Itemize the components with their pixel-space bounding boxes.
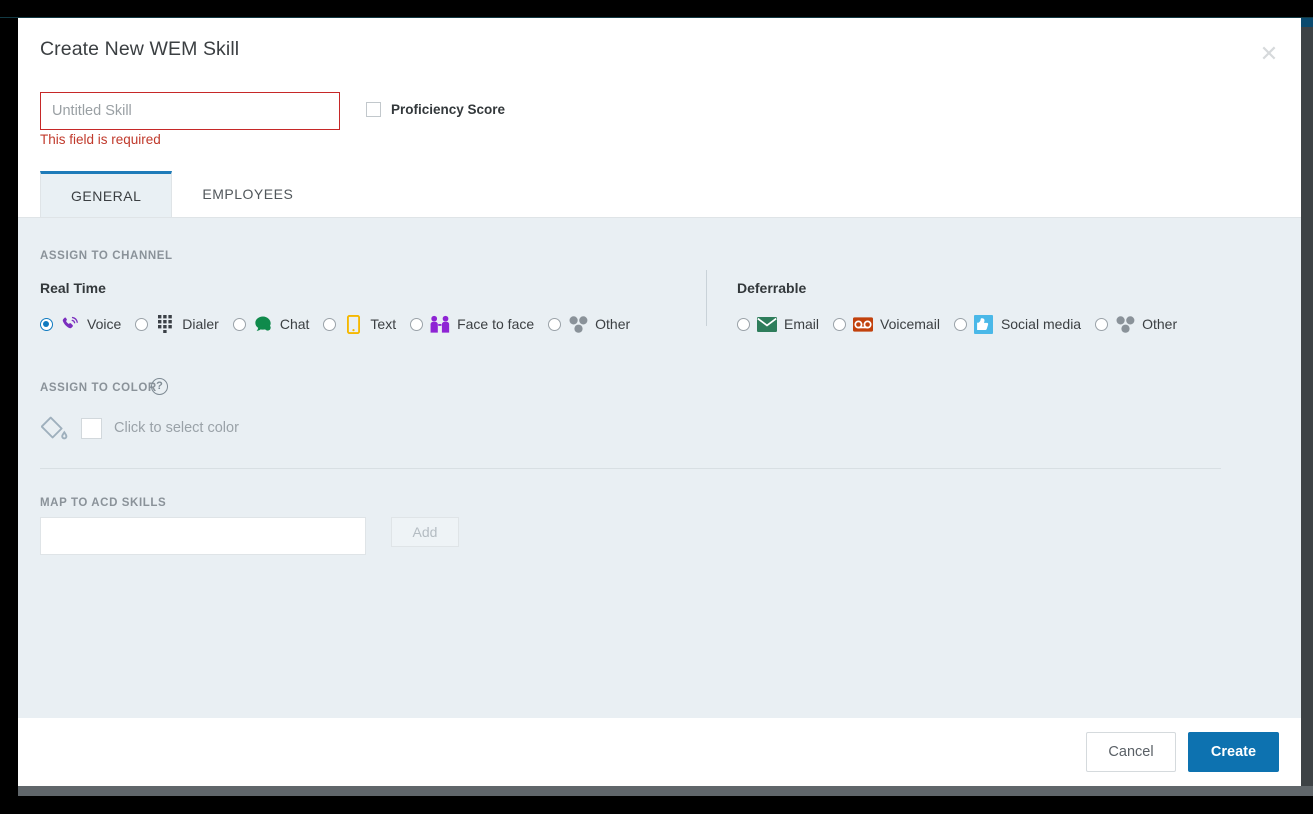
real-time-options: Voice [40, 314, 630, 334]
window-top-black-bar [0, 0, 1313, 17]
proficiency-score-checkbox[interactable] [366, 102, 381, 117]
radio-voice[interactable] [40, 318, 53, 331]
radio-social-media[interactable] [954, 318, 967, 331]
channel-option-voice[interactable]: Voice [40, 314, 121, 334]
mobile-phone-icon [343, 314, 363, 334]
assign-to-color-label: ASSIGN TO COLOR [40, 382, 157, 394]
chat-bubble-icon [253, 314, 273, 334]
channel-groups-divider [706, 270, 707, 326]
create-button[interactable]: Create [1188, 732, 1279, 772]
radio-other-realtime[interactable] [548, 318, 561, 331]
map-to-acd-skills-label: MAP TO ACD SKILLS [40, 497, 166, 509]
channel-label-voice: Voice [87, 316, 121, 332]
keypad-icon [155, 314, 175, 334]
color-swatch[interactable] [81, 418, 102, 439]
tab-employees-label: EMPLOYEES [178, 186, 317, 202]
close-icon[interactable]: ✕ [1257, 44, 1281, 68]
channel-label-social-media: Social media [1001, 316, 1081, 332]
dots-cluster-icon [1115, 314, 1135, 334]
channel-option-other-deferrable[interactable]: Other [1095, 314, 1177, 334]
dialog-footer: Cancel Create [18, 718, 1301, 786]
channel-option-face-to-face[interactable]: Face to face [410, 314, 534, 334]
cancel-button[interactable]: Cancel [1086, 732, 1176, 772]
radio-other-deferrable[interactable] [1095, 318, 1108, 331]
voicemail-icon [853, 314, 873, 334]
help-icon[interactable]: ? [151, 378, 168, 395]
channel-label-face-to-face: Face to face [457, 316, 534, 332]
channel-option-social-media[interactable]: Social media [954, 314, 1081, 334]
assign-to-channel-label: ASSIGN TO CHANNEL [40, 250, 173, 262]
paint-bucket-icon [40, 414, 68, 442]
deferrable-options: Email Voicemail [737, 314, 1177, 334]
skill-name-error: This field is required [40, 132, 161, 147]
channel-option-voicemail[interactable]: Voicemail [833, 314, 940, 334]
skill-name-input[interactable] [40, 92, 340, 130]
deferrable-group-title: Deferrable [737, 280, 806, 296]
color-hint-label: Click to select color [114, 420, 239, 436]
radio-voicemail[interactable] [833, 318, 846, 331]
channel-option-other-realtime[interactable]: Other [548, 314, 630, 334]
window-right-scrollbar-top-accent [1301, 18, 1313, 27]
channel-label-other-realtime: Other [595, 316, 630, 332]
window-bottom-bar [18, 786, 1313, 796]
channel-label-dialer: Dialer [182, 316, 219, 332]
dots-cluster-icon [568, 314, 588, 334]
add-acd-skill-button[interactable]: Add [391, 517, 459, 547]
screen: Create New WEM Skill ✕ This field is req… [0, 0, 1313, 814]
create-wem-skill-dialog: Create New WEM Skill ✕ This field is req… [18, 18, 1301, 786]
dialog-tabs: GENERAL EMPLOYEES [18, 172, 1301, 218]
dialog-header: Create New WEM Skill ✕ This field is req… [18, 18, 1301, 218]
radio-dialer[interactable] [135, 318, 148, 331]
two-people-icon [430, 314, 450, 334]
channel-label-other-deferrable: Other [1142, 316, 1177, 332]
color-picker-row: Click to select color [40, 414, 239, 442]
radio-chat[interactable] [233, 318, 246, 331]
envelope-icon [757, 314, 777, 334]
radio-face-to-face[interactable] [410, 318, 423, 331]
channel-option-chat[interactable]: Chat [233, 314, 310, 334]
tab-employees[interactable]: EMPLOYEES [172, 171, 323, 217]
channel-label-email: Email [784, 316, 819, 332]
channel-option-dialer[interactable]: Dialer [135, 314, 219, 334]
acd-skills-input[interactable] [40, 517, 366, 555]
channel-option-text[interactable]: Text [323, 314, 396, 334]
proficiency-score-label: Proficiency Score [391, 102, 505, 117]
tab-general-label: GENERAL [47, 188, 165, 204]
section-divider [40, 468, 1221, 469]
channel-label-voicemail: Voicemail [880, 316, 940, 332]
dialog-title: Create New WEM Skill [40, 38, 239, 61]
tab-general[interactable]: GENERAL [40, 171, 172, 217]
channel-label-chat: Chat [280, 316, 310, 332]
window-right-scrollbar[interactable] [1301, 18, 1313, 796]
dialog-body: ASSIGN TO CHANNEL Real Time Deferrable [18, 218, 1301, 718]
radio-email[interactable] [737, 318, 750, 331]
channel-label-text: Text [370, 316, 396, 332]
radio-text[interactable] [323, 318, 336, 331]
real-time-group-title: Real Time [40, 280, 106, 296]
thumbs-up-icon [974, 314, 994, 334]
channel-option-email[interactable]: Email [737, 314, 819, 334]
proficiency-score-field[interactable]: Proficiency Score [366, 102, 505, 117]
phone-waves-icon [60, 314, 80, 334]
